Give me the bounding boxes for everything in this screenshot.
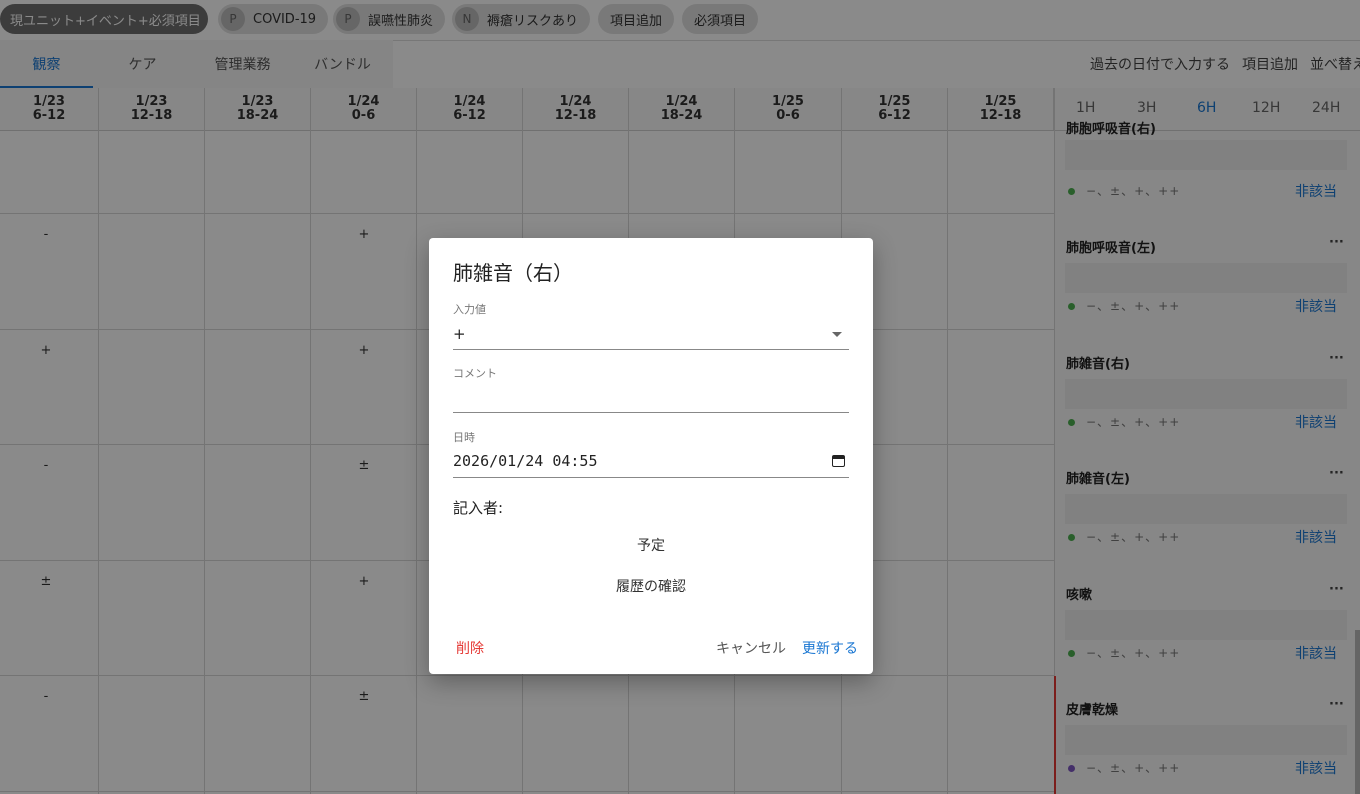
delete-button[interactable]: 削除: [456, 638, 484, 658]
comment-label: コメント: [453, 367, 497, 380]
schedule-button[interactable]: 予定: [429, 535, 873, 555]
datetime-underline: [453, 477, 849, 478]
update-button[interactable]: 更新する: [802, 638, 858, 658]
comment-underline: [453, 412, 849, 413]
dropdown-arrow-icon[interactable]: [832, 332, 842, 337]
datetime-field[interactable]: 2026/01/24 04:55: [453, 452, 598, 470]
writer-label: 記入者:: [453, 499, 504, 517]
history-button[interactable]: 履歴の確認: [429, 576, 873, 596]
datetime-label: 日時: [453, 431, 475, 444]
input-value-select[interactable]: +: [453, 325, 466, 343]
input-value-label: 入力値: [453, 303, 486, 316]
edit-value-dialog: 肺雑音（右） 入力値 + コメント 日時 2026/01/24 04:55 記入…: [429, 238, 873, 674]
calendar-icon[interactable]: [832, 455, 845, 467]
dialog-title: 肺雑音（右）: [453, 261, 573, 285]
input-value-underline: [453, 349, 849, 350]
cancel-button[interactable]: キャンセル: [716, 638, 786, 658]
